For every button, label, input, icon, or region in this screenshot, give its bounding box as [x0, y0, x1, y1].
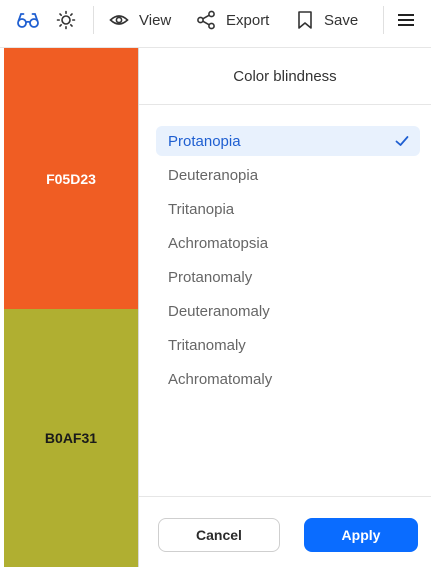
- option-label: Protanopia: [168, 132, 241, 150]
- toolbar-divider: [383, 6, 384, 34]
- bookmark-icon: [296, 10, 314, 30]
- export-label: Export: [226, 11, 270, 29]
- option-item[interactable]: Protanomaly: [156, 262, 420, 292]
- swatch-hex-label: F05D23: [46, 170, 96, 187]
- option-item[interactable]: Achromatomaly: [156, 364, 420, 394]
- option-item[interactable]: Deuteranomaly: [156, 296, 420, 326]
- option-label: Achromatopsia: [168, 234, 269, 252]
- sun-icon: [56, 10, 76, 30]
- toolbar-divider: [93, 6, 94, 34]
- check-icon: [394, 133, 410, 153]
- option-item[interactable]: Tritanomaly: [156, 330, 420, 360]
- panel-footer: Cancel Apply: [139, 496, 431, 567]
- color-blindness-button[interactable]: [16, 0, 40, 40]
- option-item[interactable]: Deuteranopia: [156, 160, 420, 190]
- option-label: Tritanopia: [168, 200, 235, 218]
- option-label: Achromatomaly: [168, 370, 273, 388]
- option-label: Tritanomaly: [168, 336, 246, 354]
- color-swatches: F05D23 B0AF31: [0, 48, 139, 567]
- option-label: Deuteranomaly: [168, 302, 270, 320]
- color-blindness-options: Protanopia Deuteranopia Tritanopia Achromat…: [156, 126, 420, 398]
- save-label: Save: [324, 11, 359, 29]
- cancel-button[interactable]: Cancel: [158, 518, 280, 552]
- share-icon: [196, 10, 216, 30]
- option-label: Protanomaly: [168, 268, 253, 286]
- option-item[interactable]: Protanopia: [156, 126, 420, 156]
- hamburger-menu-icon: [397, 12, 415, 28]
- save-button[interactable]: Save: [296, 0, 358, 40]
- toolbar: View Export Save: [0, 0, 431, 48]
- menu-button[interactable]: [397, 0, 415, 40]
- color-swatch[interactable]: F05D23: [4, 48, 138, 309]
- brightness-button[interactable]: [56, 0, 76, 40]
- color-blindness-panel: Color blindness Protanopia Deuteranopia Tr…: [139, 48, 431, 567]
- export-button[interactable]: Export: [196, 0, 269, 40]
- view-button[interactable]: View: [109, 0, 171, 40]
- glasses-icon: [16, 10, 40, 30]
- apply-button[interactable]: Apply: [304, 518, 418, 552]
- eye-icon: [109, 10, 129, 30]
- option-item[interactable]: Achromatopsia: [156, 228, 420, 258]
- option-item[interactable]: Tritanopia: [156, 194, 420, 224]
- color-swatch[interactable]: B0AF31: [4, 309, 138, 567]
- panel-title: Color blindness: [139, 48, 431, 105]
- option-label: Deuteranopia: [168, 166, 259, 184]
- view-label: View: [139, 11, 172, 29]
- swatch-hex-label: B0AF31: [44, 430, 98, 446]
